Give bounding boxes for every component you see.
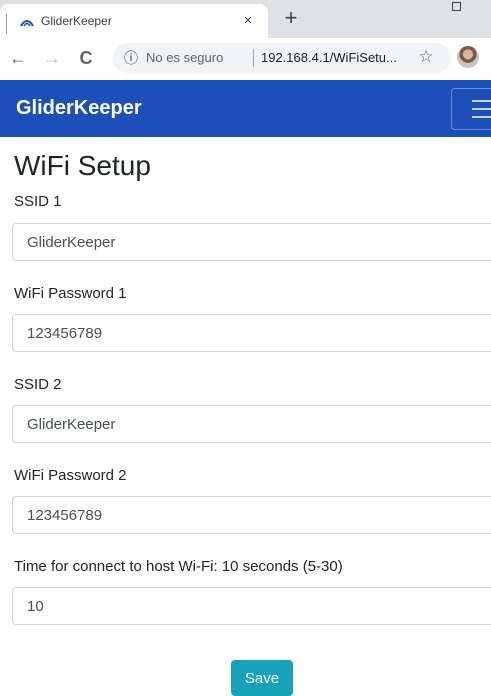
- ssid2-input[interactable]: [12, 405, 491, 443]
- browser-toolbar: ← → C ⓘ No es seguro 192.168.4.1/WiFiSet…: [0, 38, 491, 80]
- password2-input[interactable]: [12, 496, 491, 534]
- bookmark-star-icon[interactable]: ☆: [416, 47, 436, 67]
- tab-divider: [6, 14, 7, 34]
- save-button[interactable]: Save: [231, 660, 293, 696]
- ssid1-input[interactable]: [12, 223, 491, 261]
- url-separator: [253, 49, 254, 67]
- timeout-label: Time for connect to host Wi-Fi: 10 secon…: [14, 558, 343, 575]
- address-bar[interactable]: ⓘ No es seguro 192.168.4.1/WiFiSetu... ☆: [113, 43, 451, 73]
- page-title: WiFi Setup: [14, 150, 151, 181]
- ssid1-label: SSID 1: [14, 193, 62, 210]
- security-status: No es seguro: [146, 50, 224, 65]
- browser-tab-strip: GliderKeeper × +: [0, 0, 491, 38]
- back-arrow-icon[interactable]: ←: [6, 46, 30, 70]
- browser-tab[interactable]: GliderKeeper ×: [0, 4, 268, 38]
- url-text[interactable]: 192.168.4.1/WiFiSetu...: [261, 50, 397, 65]
- glider-favicon-icon: [20, 20, 34, 27]
- tab-title: GliderKeeper: [41, 14, 112, 28]
- info-icon[interactable]: ⓘ: [123, 50, 139, 66]
- reload-icon[interactable]: C: [74, 46, 98, 70]
- forward-arrow-icon[interactable]: →: [40, 46, 64, 70]
- password1-label: WiFi Password 1: [14, 285, 127, 302]
- tab-close-icon[interactable]: ×: [237, 10, 259, 32]
- restore-window-icon[interactable]: [448, 0, 466, 12]
- new-tab-icon[interactable]: +: [278, 6, 304, 32]
- hamburger-menu-icon[interactable]: [451, 88, 491, 130]
- timeout-input[interactable]: [12, 587, 491, 625]
- navbar-brand[interactable]: GliderKeeper: [16, 97, 142, 120]
- password2-label: WiFi Password 2: [14, 467, 127, 484]
- password1-input[interactable]: [12, 314, 491, 352]
- ssid2-label: SSID 2: [14, 376, 62, 393]
- site-navbar: GliderKeeper: [0, 80, 491, 137]
- profile-avatar[interactable]: [457, 46, 479, 68]
